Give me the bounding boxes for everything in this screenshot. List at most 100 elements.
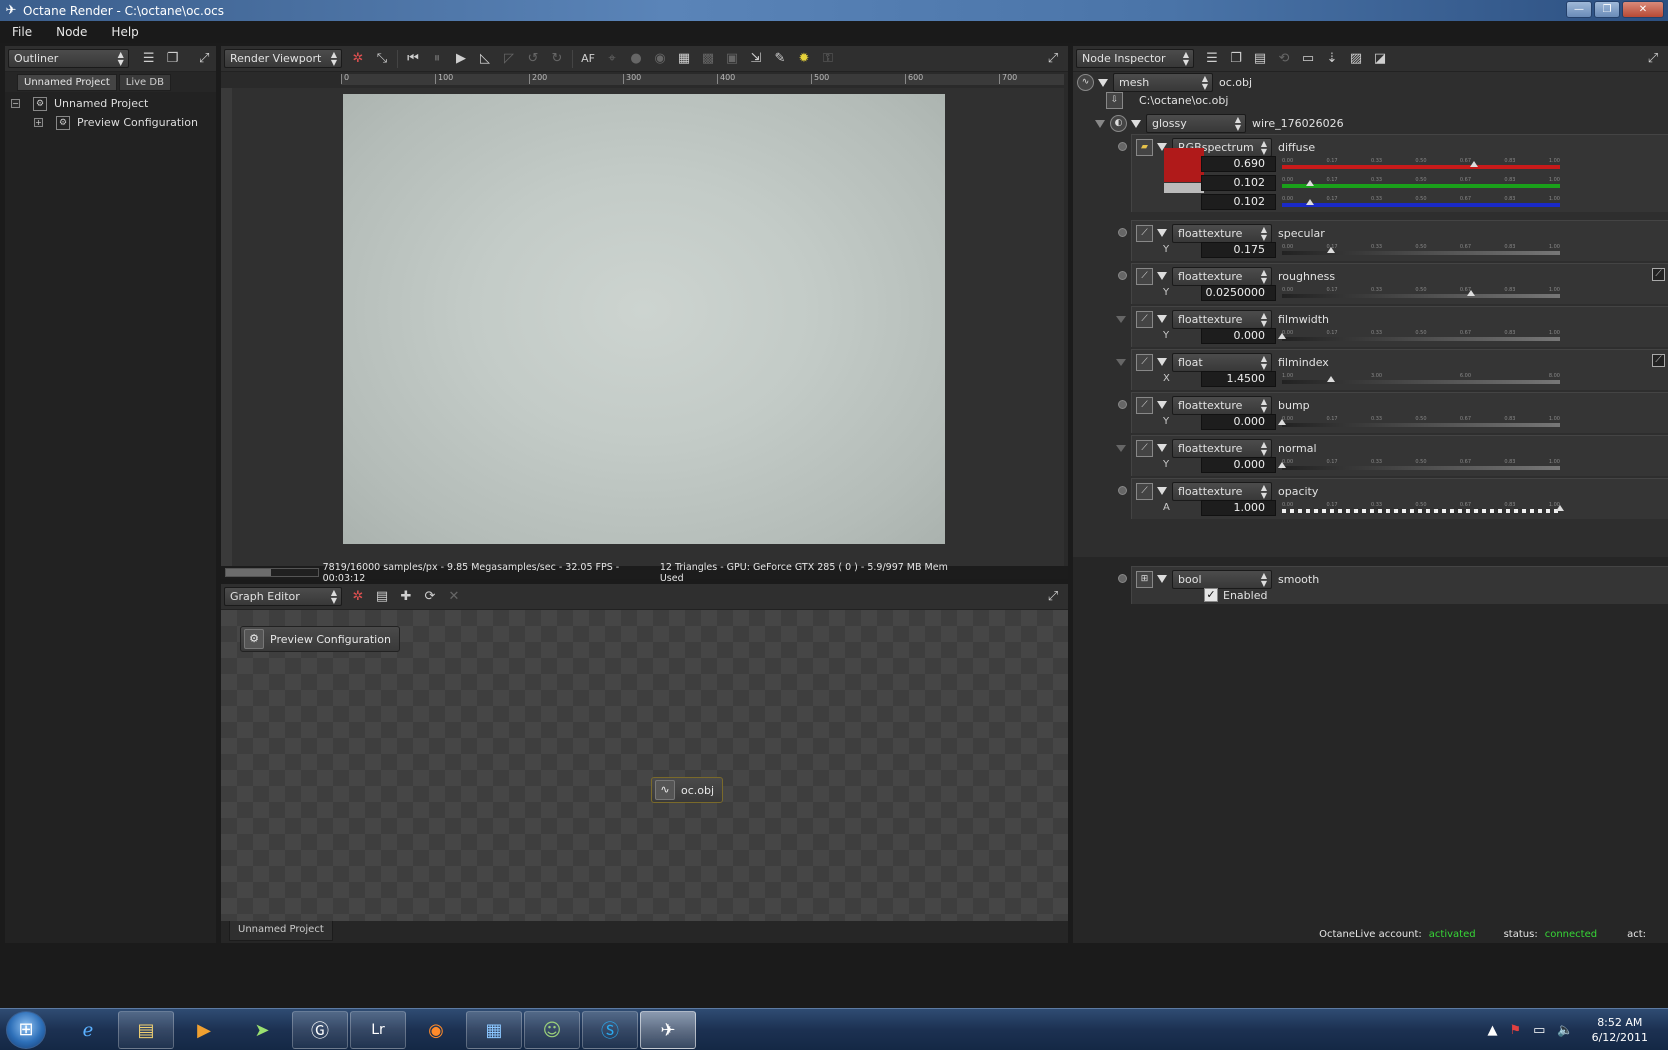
param-slider[interactable]: 1.00 3.00 6.00 8.00 xyxy=(1282,373,1560,386)
red-slider[interactable]: 0.00 0.17 0.33 0.50 0.67 0.83 1.00 xyxy=(1282,158,1560,171)
param-value-field[interactable]: 0.000 xyxy=(1201,414,1276,430)
lock-icon[interactable]: ⚿ xyxy=(816,49,840,69)
folder-icon[interactable]: ▰ xyxy=(1136,138,1153,156)
delete-node-icon[interactable]: ✕ xyxy=(442,587,466,607)
tab-live-db[interactable]: Live DB xyxy=(118,74,171,91)
input-pin-icon[interactable] xyxy=(1116,316,1126,323)
expand-toggle-icon[interactable]: + xyxy=(34,118,43,127)
list-icon[interactable]: ▭ xyxy=(1296,49,1320,69)
collapse-icon[interactable]: ☰ xyxy=(137,49,161,69)
param-slider[interactable]: 0.00 0.17 0.33 0.50 0.67 0.83 1.00 xyxy=(1278,416,1560,429)
float-node-icon[interactable]: ⟋ xyxy=(1136,353,1153,371)
input-pin-icon[interactable] xyxy=(1116,359,1126,366)
collapse-triangle-icon[interactable] xyxy=(1095,119,1105,128)
layers-icon[interactable]: ❐ xyxy=(1224,49,1248,69)
smooth-checkbox[interactable]: ✓ xyxy=(1204,588,1218,602)
material-picker-icon[interactable]: ● xyxy=(624,49,648,69)
paper-plane-icon[interactable]: ➤ xyxy=(234,1011,290,1049)
skype-icon[interactable]: Ⓢ xyxy=(582,1011,638,1049)
stop-icon[interactable]: ✲ xyxy=(346,587,370,607)
slider-thumb[interactable] xyxy=(1326,376,1335,382)
render-area[interactable] xyxy=(232,88,1064,566)
param-type-selector[interactable]: floattexture ▲ ▼ xyxy=(1172,481,1272,501)
collapse-triangle-icon[interactable] xyxy=(1157,401,1167,409)
texture-node-icon[interactable]: ⟋ xyxy=(1136,267,1153,285)
param-type-selector[interactable]: floattexture ▲ ▼ xyxy=(1172,438,1272,458)
firefox-icon[interactable]: ◉ xyxy=(408,1011,464,1049)
picker-icon[interactable]: ⌖ xyxy=(600,49,624,69)
diffuse-color-swatch[interactable] xyxy=(1164,148,1204,182)
collapse-triangle-icon[interactable] xyxy=(1098,78,1108,87)
input-pin-icon[interactable] xyxy=(1116,445,1126,452)
lightroom-icon[interactable]: Lr xyxy=(350,1011,406,1049)
viewport-panel-selector[interactable]: Render Viewport ▲ ▼ xyxy=(224,49,342,68)
collapse-triangle-icon[interactable] xyxy=(1157,444,1167,452)
material-type-selector[interactable]: glossy ▲ ▼ xyxy=(1146,114,1246,133)
people-icon[interactable]: ☺ xyxy=(524,1011,580,1049)
outliner-panel-selector[interactable]: Outliner ▲ ▼ xyxy=(8,49,129,68)
brush-icon[interactable]: ✎ xyxy=(768,49,792,69)
file-icon[interactable]: ⇩ xyxy=(1106,92,1123,109)
texture-node-icon[interactable]: ⟋ xyxy=(1136,310,1153,328)
fit-view-icon[interactable]: ⤡ xyxy=(370,49,394,69)
autofocus-button[interactable]: AF xyxy=(576,49,600,69)
menu-help[interactable]: Help xyxy=(99,25,150,39)
close-button[interactable]: ✕ xyxy=(1622,1,1664,18)
param-value-field[interactable]: 0.175 xyxy=(1201,242,1276,258)
image-icon[interactable]: ▨ xyxy=(1344,49,1368,69)
maximize-panel-icon[interactable]: ⤢ xyxy=(1641,49,1665,69)
slider-thumb[interactable] xyxy=(1556,505,1564,511)
show-hidden-icons-icon[interactable]: ▲ xyxy=(1487,1023,1497,1038)
tree-item-preview-configuration[interactable]: + ⚙ Preview Configuration xyxy=(5,113,216,132)
param-type-selector[interactable]: float ▲ ▼ xyxy=(1172,352,1272,372)
redo-icon[interactable]: ↻ xyxy=(545,49,569,69)
slider-thumb[interactable] xyxy=(1467,290,1476,296)
pick-icon[interactable]: ◸ xyxy=(497,49,521,69)
save-icon[interactable]: ▤ xyxy=(1248,49,1272,69)
explorer-window-icon[interactable]: ▦ xyxy=(466,1011,522,1049)
green-value-field[interactable]: 0.102 xyxy=(1201,175,1276,191)
slider-thumb[interactable] xyxy=(1326,247,1335,253)
texture-node-icon[interactable]: ⟋ xyxy=(1136,482,1153,500)
param-slider[interactable]: 0.00 0.17 0.33 0.50 0.67 0.83 1.00 xyxy=(1278,330,1560,343)
render-output-image[interactable] xyxy=(343,94,945,544)
focus-picker-icon[interactable]: ◉ xyxy=(648,49,672,69)
curve-link-icon[interactable]: ⟋ xyxy=(1652,268,1665,281)
maximize-button[interactable]: ❐ xyxy=(1594,1,1620,18)
param-type-selector[interactable]: floattexture ▲ ▼ xyxy=(1172,266,1272,286)
input-pin-icon[interactable] xyxy=(1118,271,1127,280)
tab-unnamed-project[interactable]: Unnamed Project xyxy=(229,921,333,941)
maximize-panel-icon[interactable]: ⤢ xyxy=(192,49,216,69)
menu-file[interactable]: File xyxy=(0,25,44,39)
param-type-selector[interactable]: bool ▲ ▼ xyxy=(1172,569,1272,589)
collapse-triangle-icon[interactable] xyxy=(1157,272,1167,280)
import-icon[interactable]: ⇣ xyxy=(1320,49,1344,69)
slider-thumb[interactable] xyxy=(1469,161,1478,167)
collapse-triangle-icon[interactable] xyxy=(1157,315,1167,323)
menu-node[interactable]: Node xyxy=(44,25,99,39)
param-value-field[interactable]: 1.000 xyxy=(1201,500,1276,516)
collapse-icon[interactable]: ☰ xyxy=(1200,49,1224,69)
slider-thumb[interactable] xyxy=(1278,333,1286,339)
slider-thumb[interactable] xyxy=(1306,180,1315,186)
collapse-triangle-icon[interactable] xyxy=(1157,487,1167,495)
blue-value-field[interactable]: 0.102 xyxy=(1201,194,1276,210)
texture-node-icon[interactable]: ⟋ xyxy=(1136,439,1153,457)
param-slider[interactable]: 0.00 0.17 0.33 0.50 0.67 0.83 1.00 xyxy=(1282,244,1560,257)
start-render-icon[interactable]: ▶ xyxy=(449,49,473,69)
param-type-selector[interactable]: floattexture ▲ ▼ xyxy=(1172,309,1272,329)
restart-render-icon[interactable]: ⏮ xyxy=(401,49,425,69)
input-pin-icon[interactable] xyxy=(1118,400,1127,409)
tree-item-unnamed-project[interactable]: − ⚙ Unnamed Project xyxy=(5,94,216,113)
stop-render-icon[interactable]: ✲ xyxy=(346,49,370,69)
maximize-panel-icon[interactable]: ⤢ xyxy=(1041,587,1065,607)
curve-icon[interactable]: ◪ xyxy=(1368,49,1392,69)
red-value-field[interactable]: 0.690 xyxy=(1201,156,1276,172)
param-value-field[interactable]: 0.000 xyxy=(1201,328,1276,344)
collapse-triangle-icon[interactable] xyxy=(1157,229,1167,237)
graph-panel-selector[interactable]: Graph Editor ▲ ▼ xyxy=(224,587,342,606)
param-slider[interactable]: 0.00 0.17 0.33 0.50 0.67 0.83 1.00 xyxy=(1282,502,1564,515)
network-icon[interactable]: ▭ xyxy=(1533,1023,1545,1038)
texture-node-icon[interactable]: ⟋ xyxy=(1136,396,1153,414)
pause-render-icon[interactable]: ⏸ xyxy=(425,49,449,69)
